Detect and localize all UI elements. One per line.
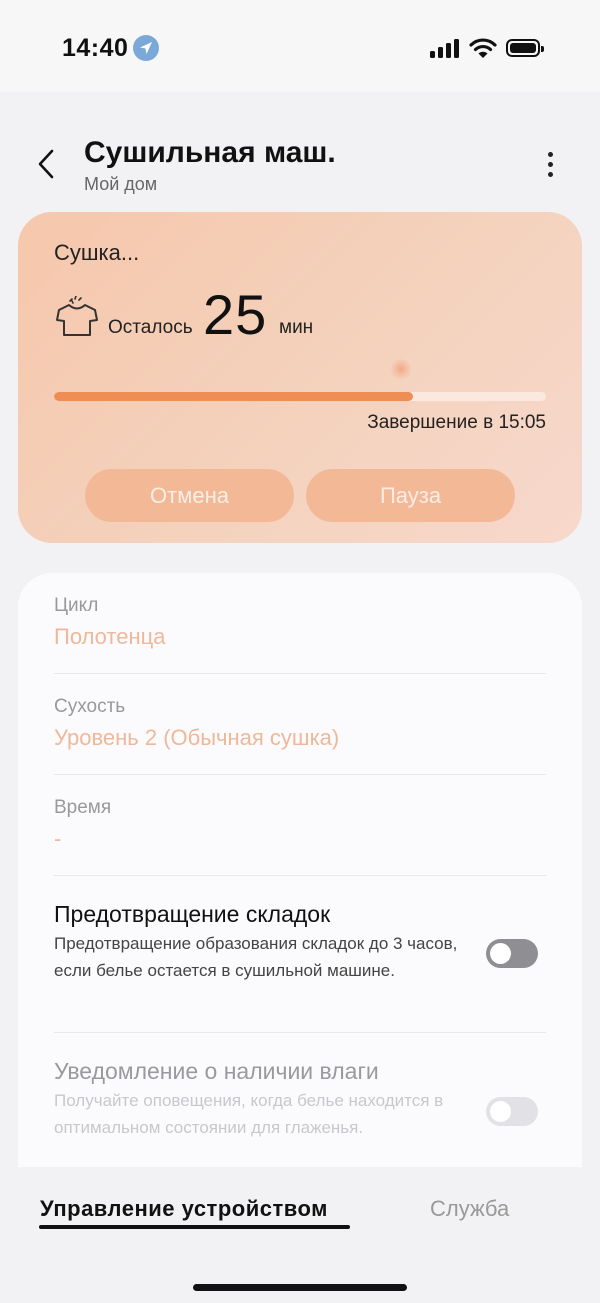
divider	[54, 774, 546, 775]
status-bar: 14:40	[0, 0, 600, 92]
remaining-time-unit: мин	[279, 317, 314, 338]
dryness-label: Сухость	[54, 696, 126, 717]
tab-service[interactable]: Служба	[430, 1196, 509, 1222]
battery-icon	[506, 39, 544, 57]
setting-cycle[interactable]: Цикл Полотенца	[54, 595, 546, 650]
progress-bar-fill	[54, 392, 414, 401]
page-title: Сушильная маш.	[84, 136, 336, 169]
divider	[54, 875, 546, 876]
setting-dryness[interactable]: Сухость Уровень 2 (Обычная сушка)	[54, 696, 546, 751]
home-indicator[interactable]	[193, 1284, 407, 1291]
dryer-status-card: Сушка... Осталось 25 мин Завершение в 15…	[18, 212, 582, 543]
cellular-signal-icon	[430, 38, 460, 58]
time-value: -	[54, 826, 62, 851]
pause-button[interactable]: Пауза	[306, 469, 515, 522]
remaining-time-value: 25	[203, 283, 268, 346]
cancel-button[interactable]: Отмена	[85, 469, 294, 522]
divider	[54, 673, 546, 674]
page-subtitle: Мой дом	[84, 174, 158, 194]
cycle-value: Полотенца	[54, 624, 166, 649]
moisture-alert-title: Уведомление о наличии влаги	[54, 1058, 379, 1084]
divider	[54, 1032, 546, 1033]
shirt-icon	[56, 296, 98, 336]
remaining-label: Осталось	[108, 317, 193, 338]
time-label: Время	[54, 797, 112, 818]
back-icon[interactable]	[34, 146, 64, 182]
wrinkle-prevention-toggle[interactable]	[486, 939, 538, 968]
progress-bar	[54, 392, 546, 401]
location-arrow-icon	[133, 35, 159, 61]
setting-time[interactable]: Время -	[54, 797, 546, 852]
active-tab-indicator	[39, 1225, 350, 1229]
settings-card: Цикл Полотенца Сухость Уровень 2 (Обычна…	[18, 573, 582, 1167]
progress-glow	[390, 358, 412, 380]
moisture-alert-description: Получайте оповещения, когда белье находи…	[54, 1091, 444, 1137]
wrinkle-prevention-title: Предотвращение складок	[54, 901, 331, 927]
finish-time-label: Завершение в 15:05	[367, 412, 546, 433]
wifi-icon	[469, 38, 497, 58]
status-time: 14:40	[62, 34, 129, 62]
dryer-state: Сушка...	[54, 240, 140, 265]
tab-device-control[interactable]: Управление устройством	[40, 1196, 328, 1222]
moisture-alert-toggle[interactable]	[486, 1097, 538, 1126]
dryness-value: Уровень 2 (Обычная сушка)	[54, 725, 340, 750]
cycle-label: Цикл	[54, 595, 99, 616]
more-options-icon[interactable]	[540, 150, 562, 180]
wrinkle-prevention-description: Предотвращение образования складок до 3 …	[54, 934, 458, 980]
